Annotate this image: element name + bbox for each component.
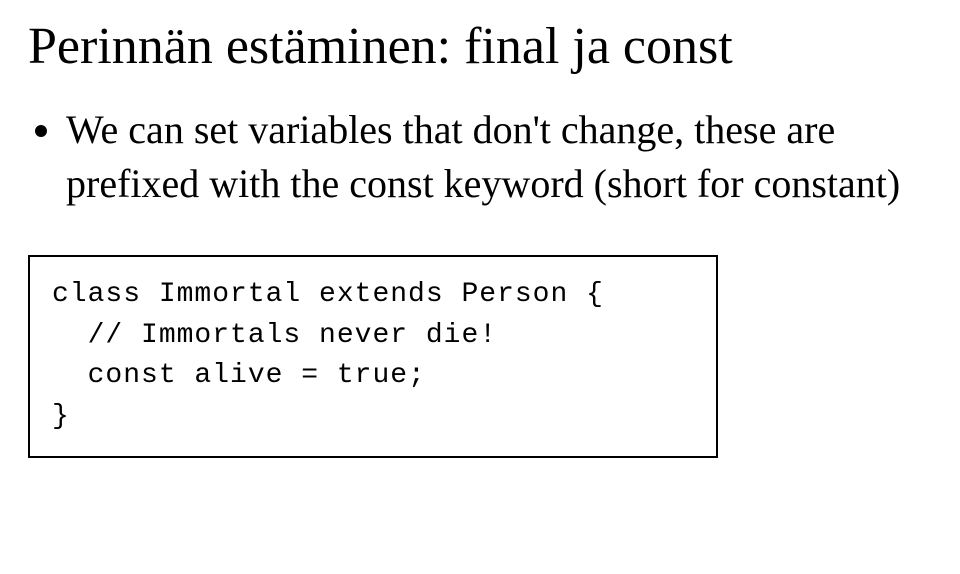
slide: Perinnän estäminen: final ja const We ca… <box>0 0 960 574</box>
slide-title: Perinnän estäminen: final ja const <box>28 18 932 75</box>
bullet-item: We can set variables that don't change, … <box>66 103 932 211</box>
code-box: class Immortal extends Person { // Immor… <box>28 255 718 457</box>
code-snippet: class Immortal extends Person { // Immor… <box>52 275 694 437</box>
bullet-list: We can set variables that don't change, … <box>38 103 932 211</box>
